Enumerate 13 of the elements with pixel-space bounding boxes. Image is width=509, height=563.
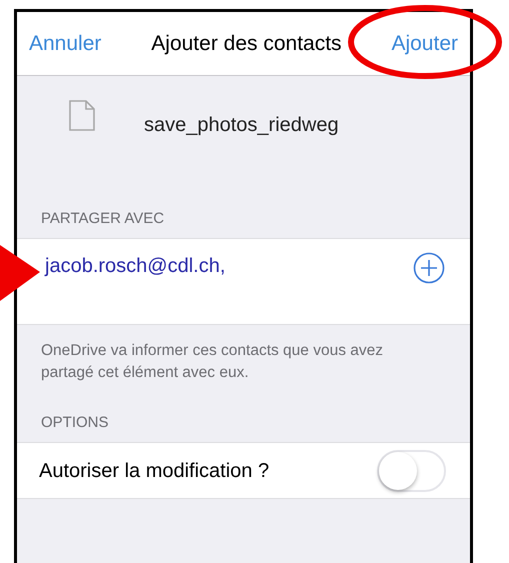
add-circle-icon[interactable] (413, 252, 445, 284)
share-footer-text: OneDrive va informer ces contacts que vous avez partagé cet élément avec eux. (40, 341, 384, 383)
recipients-field[interactable]: jacob.rosch@cdl.ch, (17, 238, 470, 325)
file-name: save_photos_riedweg (144, 113, 339, 138)
annotation-arrow (0, 245, 40, 301)
nav-title: Ajouter des contacts (151, 30, 342, 57)
option-label: Autoriser la modification ? (39, 458, 270, 484)
add-button[interactable]: Ajouter (391, 28, 458, 60)
cancel-button[interactable]: Annuler (29, 28, 102, 60)
toggle-switch[interactable] (377, 450, 446, 492)
document-icon (69, 100, 95, 130)
section-header: OPTIONS (41, 412, 109, 432)
section-header: PARTAGER AVEC (41, 208, 164, 228)
